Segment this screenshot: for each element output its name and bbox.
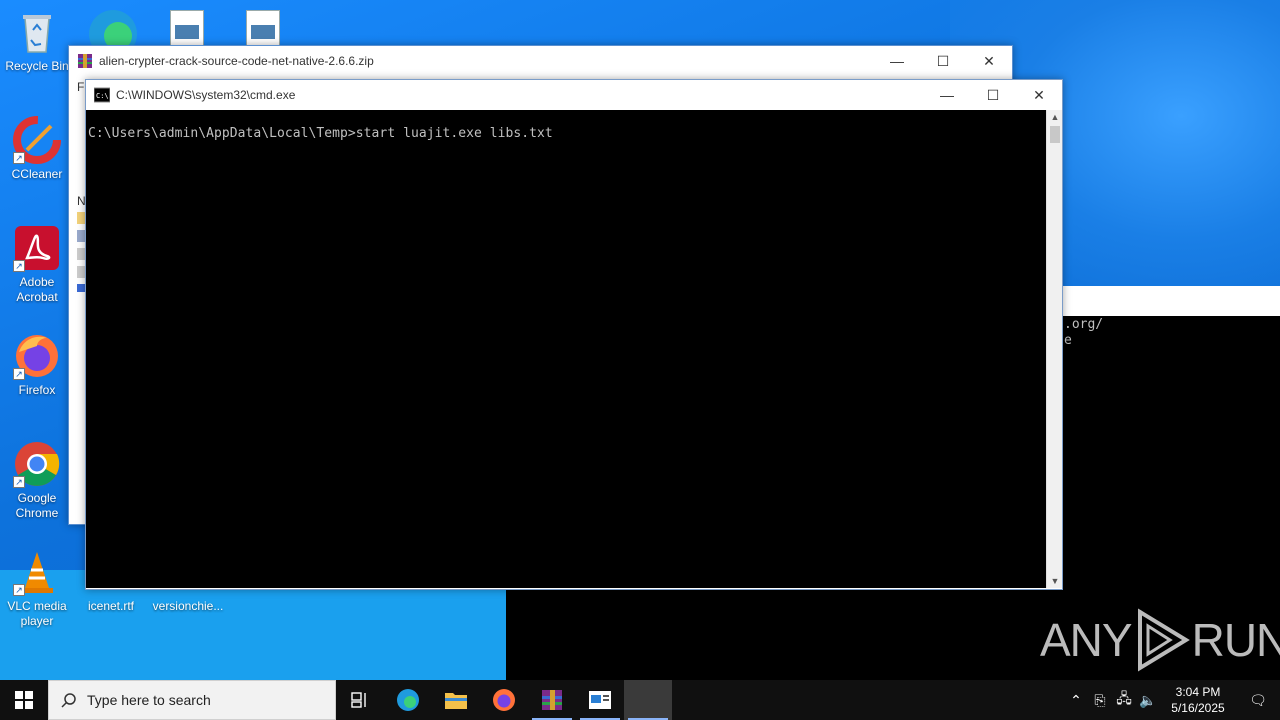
- winrar-icon: [542, 690, 562, 710]
- taskbar-search-box[interactable]: Type here to search: [48, 680, 336, 720]
- image-file-icon[interactable]: [170, 10, 204, 46]
- scroll-down-arrow-icon[interactable]: ▼: [1047, 574, 1063, 588]
- desktop-icon-recycle-bin[interactable]: Recycle Bin: [0, 8, 74, 74]
- cmd-titlebar[interactable]: C:\ C:\WINDOWS\system32\cmd.exe — ☐ ✕: [86, 80, 1062, 110]
- shortcut-arrow-icon: ↗: [13, 260, 25, 272]
- close-button[interactable]: ✕: [1016, 80, 1062, 110]
- shortcut-arrow-icon: ↗: [13, 152, 25, 164]
- maximize-button[interactable]: ☐: [970, 80, 1016, 110]
- edge-icon: [397, 689, 419, 711]
- desktop-icon-vlc[interactable]: ↗ VLC media player: [0, 548, 74, 629]
- background-window-strip: [1062, 286, 1280, 316]
- desktop-icon-label: Google Chrome: [15, 491, 59, 520]
- desktop-icon-label: Firefox: [18, 383, 56, 397]
- shortcut-arrow-icon: ↗: [13, 476, 25, 488]
- task-view-icon: [351, 692, 366, 708]
- task-view-button[interactable]: [336, 680, 384, 720]
- taskbar-edge[interactable]: [384, 680, 432, 720]
- chevron-up-icon[interactable]: ⌃: [1064, 680, 1088, 720]
- desktop-icon-label: Adobe Acrobat: [16, 275, 58, 304]
- start-button[interactable]: [0, 680, 48, 720]
- windows-logo-icon: [15, 691, 33, 709]
- firefox-icon: [493, 689, 515, 711]
- taskbar-file-explorer[interactable]: [432, 680, 480, 720]
- desktop-icon-adobe-acrobat[interactable]: ↗ Adobe Acrobat: [0, 224, 74, 305]
- console-scrollbar[interactable]: ▲ ▼: [1046, 110, 1062, 588]
- system-tray: ⌃ ⎘ 🖧 🔈 3:04 PM 5/16/2025 🗨: [1064, 680, 1280, 720]
- watermark-text-right: RUN: [1191, 614, 1280, 666]
- close-button[interactable]: ✕: [966, 46, 1012, 76]
- adobe-acrobat-icon: ↗: [13, 224, 61, 272]
- scroll-thumb[interactable]: [1050, 126, 1060, 143]
- console-command-line: C:\Users\admin\AppData\Local\Temp>start …: [88, 126, 553, 141]
- clock-time: 3:04 PM: [1175, 685, 1221, 699]
- minimize-button[interactable]: —: [874, 46, 920, 76]
- taskbar-firefox[interactable]: [480, 680, 528, 720]
- anyrun-watermark: ANY RUN: [1040, 608, 1280, 672]
- chrome-icon: ↗: [13, 440, 61, 488]
- maximize-button[interactable]: ☐: [920, 46, 966, 76]
- taskbar: Type here to search ⌃ ⎘ 🖧 🔈 3:04 PM 5/16…: [0, 680, 1280, 720]
- cmd-window-title: C:\WINDOWS\system32\cmd.exe: [116, 88, 296, 102]
- scroll-up-arrow-icon[interactable]: ▲: [1047, 110, 1063, 124]
- archive-titlebar[interactable]: alien-crypter-crack-source-code-net-nati…: [69, 46, 1012, 76]
- search-placeholder: Type here to search: [87, 692, 211, 708]
- desktop-icon-label: Recycle Bin: [5, 59, 69, 73]
- desktop-icon-label: versionchie...: [152, 599, 224, 613]
- archive-window-title: alien-crypter-crack-source-code-net-nati…: [99, 54, 374, 68]
- desktop-icon-label: VLC media player: [7, 599, 67, 628]
- background-console-line: .org/: [1064, 317, 1104, 332]
- recycle-bin-icon: [13, 8, 61, 56]
- shortcut-arrow-icon: ↗: [13, 584, 25, 596]
- firefox-icon: ↗: [13, 332, 61, 380]
- image-file-icon[interactable]: [246, 10, 280, 46]
- desktop-icon-label: CCleaner: [11, 167, 63, 181]
- folder-icon: [445, 693, 467, 709]
- svg-text:C:\: C:\: [96, 92, 109, 100]
- document-window-icon: [589, 691, 611, 709]
- ethernet-icon[interactable]: 🖧: [1112, 680, 1136, 720]
- taskbar-winrar[interactable]: [528, 680, 576, 720]
- watermark-text-left: ANY: [1040, 614, 1133, 666]
- vlc-cone-icon: ↗: [13, 548, 61, 596]
- taskbar-cmd[interactable]: [624, 680, 672, 720]
- desktop-icon-label: icenet.rtf: [87, 599, 135, 613]
- desktop-icon-google-chrome[interactable]: ↗ Google Chrome: [0, 440, 74, 521]
- search-icon: [61, 693, 76, 708]
- desktop-icon-ccleaner[interactable]: ↗ CCleaner: [0, 116, 74, 182]
- clock-date: 5/16/2025: [1171, 701, 1225, 715]
- cmd-icon: C:\: [94, 87, 110, 103]
- network-icon[interactable]: ⎘: [1088, 680, 1112, 720]
- background-console-line: e: [1064, 333, 1072, 348]
- console-output-area[interactable]: C:\Users\admin\AppData\Local\Temp>start …: [86, 110, 1046, 588]
- taskbar-document-app[interactable]: [576, 680, 624, 720]
- edge-desktop-icon[interactable]: [88, 6, 138, 58]
- minimize-button[interactable]: —: [924, 80, 970, 110]
- desktop-icon-firefox[interactable]: ↗ Firefox: [0, 332, 74, 398]
- winrar-icon: [78, 54, 92, 68]
- ccleaner-icon: ↗: [13, 116, 61, 164]
- volume-icon[interactable]: 🔈: [1136, 680, 1160, 720]
- clock[interactable]: 3:04 PM 5/16/2025: [1160, 684, 1236, 716]
- play-triangle-icon: [1137, 608, 1190, 672]
- shortcut-arrow-icon: ↗: [13, 368, 25, 380]
- notifications-icon[interactable]: 🗨: [1236, 680, 1280, 720]
